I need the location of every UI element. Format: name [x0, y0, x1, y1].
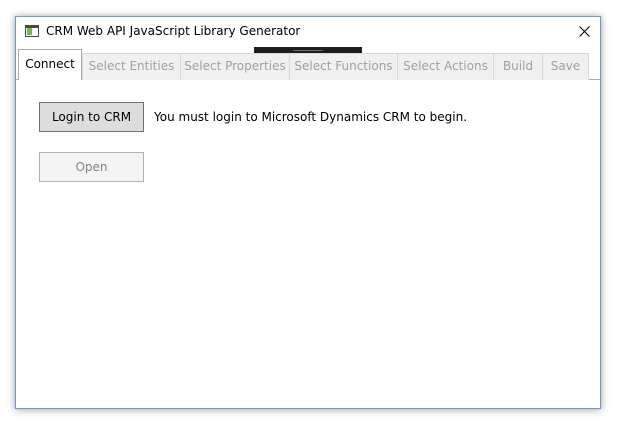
tab-connect[interactable]: Connect [18, 49, 82, 81]
title-bar[interactable]: CRM Web API JavaScript Library Generator [16, 17, 600, 47]
login-message: You must login to Microsoft Dynamics CRM… [154, 110, 468, 124]
tab-select-actions[interactable]: Select Actions [397, 53, 494, 80]
tab-label: Save [550, 59, 581, 73]
app-window-icon [25, 25, 39, 37]
tab-select-functions[interactable]: Select Functions [289, 53, 398, 80]
tab-save[interactable]: Save [542, 53, 589, 80]
close-button[interactable] [568, 17, 600, 47]
tab-label: Select Properties [184, 59, 286, 73]
tab-label: Select Functions [294, 59, 393, 73]
login-button[interactable]: Login to CRM [39, 102, 144, 132]
open-button[interactable]: Open [39, 152, 144, 182]
tab-label: Select Actions [403, 59, 488, 73]
tab-select-properties[interactable]: Select Properties [180, 53, 290, 80]
tab-label: Build [502, 59, 534, 73]
window-title: CRM Web API JavaScript Library Generator [46, 24, 301, 38]
tab-strip: Connect Select Entities Select Propertie… [16, 49, 600, 81]
tab-build[interactable]: Build [493, 53, 543, 80]
tab-label: Select Entities [88, 59, 175, 73]
connect-panel: Login to CRM You must login to Microsoft… [16, 80, 600, 408]
tab-label: Connect [25, 57, 75, 71]
app-window: CRM Web API JavaScript Library Generator… [15, 16, 601, 409]
tab-select-entities[interactable]: Select Entities [82, 53, 181, 80]
close-icon [579, 26, 590, 37]
